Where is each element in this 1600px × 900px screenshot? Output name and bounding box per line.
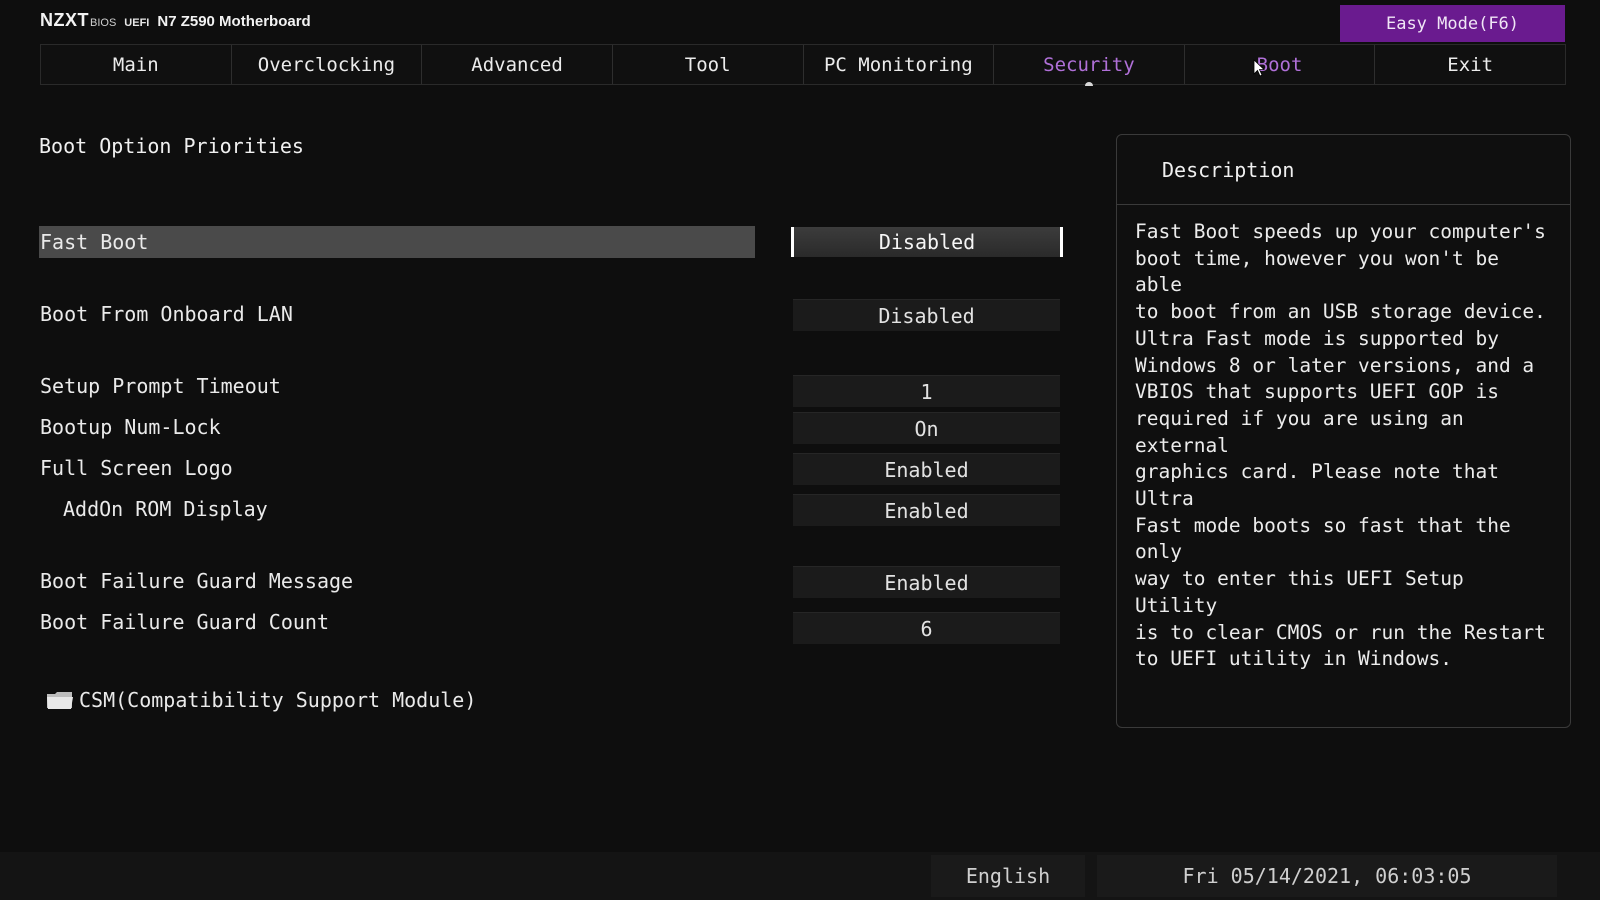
setting-full-screen-logo[interactable]: Full Screen Logo [40,452,233,484]
boot-from-onboard-lan-value[interactable]: Disabled [793,299,1060,331]
bios-label: BIOS [90,17,117,29]
tab-main[interactable]: Main [41,45,232,84]
mouse-cursor-icon [1253,59,1265,77]
datetime-display: Fri 05/14/2021, 06:03:05 [1097,855,1557,897]
tab-exit[interactable]: Exit [1375,45,1565,84]
nzxt-logo: NZXT [40,10,89,30]
tab-pc-monitoring[interactable]: PC Monitoring [804,45,995,84]
addon-rom-display-value[interactable]: Enabled [793,494,1060,526]
tab-overclocking[interactable]: Overclocking [232,45,423,84]
full-screen-logo-value[interactable]: Enabled [793,453,1060,485]
setting-fast-boot[interactable]: Fast Boot [39,226,755,258]
boot-option-priorities-title[interactable]: Boot Option Priorities [39,134,304,158]
fast-boot-value[interactable]: Disabled [791,227,1063,257]
description-panel: Description Fast Boot speeds up your com… [1116,134,1571,728]
brand-header: NZXT BIOS UEFI N7 Z590 Motherboard [40,10,311,34]
motherboard-model: N7 Z590 Motherboard [157,13,311,30]
setup-prompt-timeout-value[interactable]: 1 [793,375,1060,407]
setting-boot-from-onboard-lan[interactable]: Boot From Onboard LAN [40,298,293,330]
description-text: Fast Boot speeds up your computer's boot… [1135,220,1546,671]
csm-submenu-item[interactable]: CSM(Compatibility Support Module) [45,688,476,712]
main-tab-bar: Main Overclocking Advanced Tool PC Monit… [40,44,1566,86]
boot-failure-guard-count-value[interactable]: 6 [793,612,1060,644]
boot-failure-guard-message-value[interactable]: Enabled [793,566,1060,598]
description-title: Description [1117,135,1570,205]
csm-label: CSM(Compatibility Support Module) [79,688,477,712]
tab-boot[interactable]: Boot [1185,45,1376,84]
setting-setup-prompt-timeout[interactable]: Setup Prompt Timeout [40,370,281,402]
folder-icon [47,692,73,709]
setting-addon-rom-display[interactable]: AddOn ROM Display [63,493,268,525]
tab-tool[interactable]: Tool [613,45,804,84]
setting-boot-failure-guard-count[interactable]: Boot Failure Guard Count [40,606,329,638]
easy-mode-button[interactable]: Easy Mode(F6) [1340,5,1565,42]
setting-bootup-num-lock[interactable]: Bootup Num-Lock [40,411,221,443]
setting-boot-failure-guard-message[interactable]: Boot Failure Guard Message [40,565,353,597]
tab-advanced[interactable]: Advanced [422,45,613,84]
uefi-label: UEFI [124,17,150,29]
bootup-num-lock-value[interactable]: On [793,412,1060,444]
language-selector[interactable]: English [931,855,1085,897]
tab-security[interactable]: Security [994,45,1185,86]
